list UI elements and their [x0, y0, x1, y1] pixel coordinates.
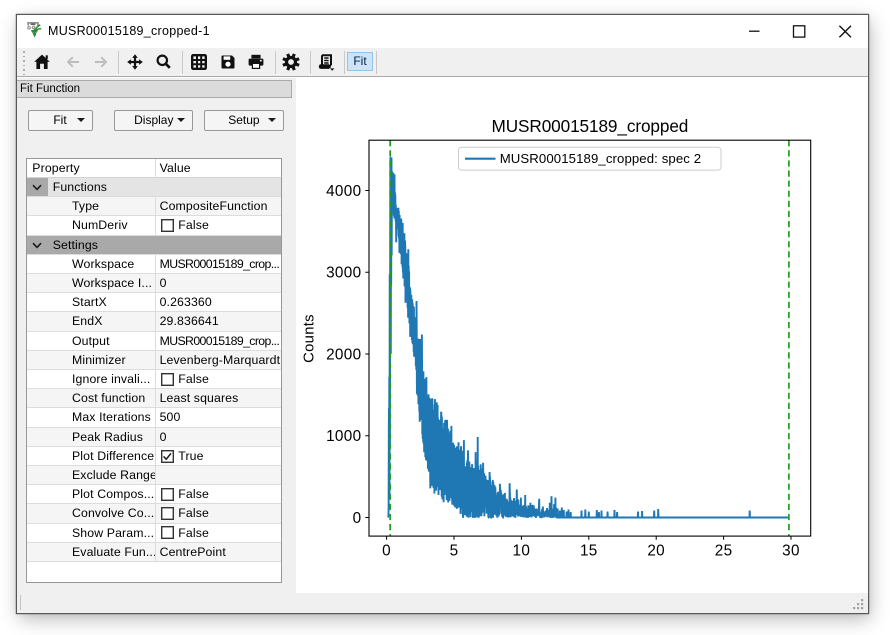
- svg-text:20: 20: [647, 542, 665, 559]
- svg-text:3000: 3000: [326, 264, 361, 281]
- svg-text:Counts: Counts: [302, 314, 318, 363]
- svg-text:MUSR00015189_cropped: MUSR00015189_cropped: [492, 115, 689, 135]
- svg-text:4000: 4000: [326, 182, 361, 199]
- svg-text:0: 0: [382, 542, 391, 559]
- svg-text:2000: 2000: [326, 346, 361, 363]
- svg-text:1000: 1000: [326, 428, 361, 445]
- svg-text:30: 30: [782, 542, 800, 559]
- svg-text:25: 25: [715, 542, 733, 559]
- svg-text:5: 5: [450, 542, 459, 559]
- svg-text:15: 15: [580, 542, 598, 559]
- svg-text:MUSR00015189_cropped: spec 2: MUSR00015189_cropped: spec 2: [500, 151, 701, 166]
- svg-text:0: 0: [353, 509, 362, 526]
- svg-text:10: 10: [513, 542, 531, 559]
